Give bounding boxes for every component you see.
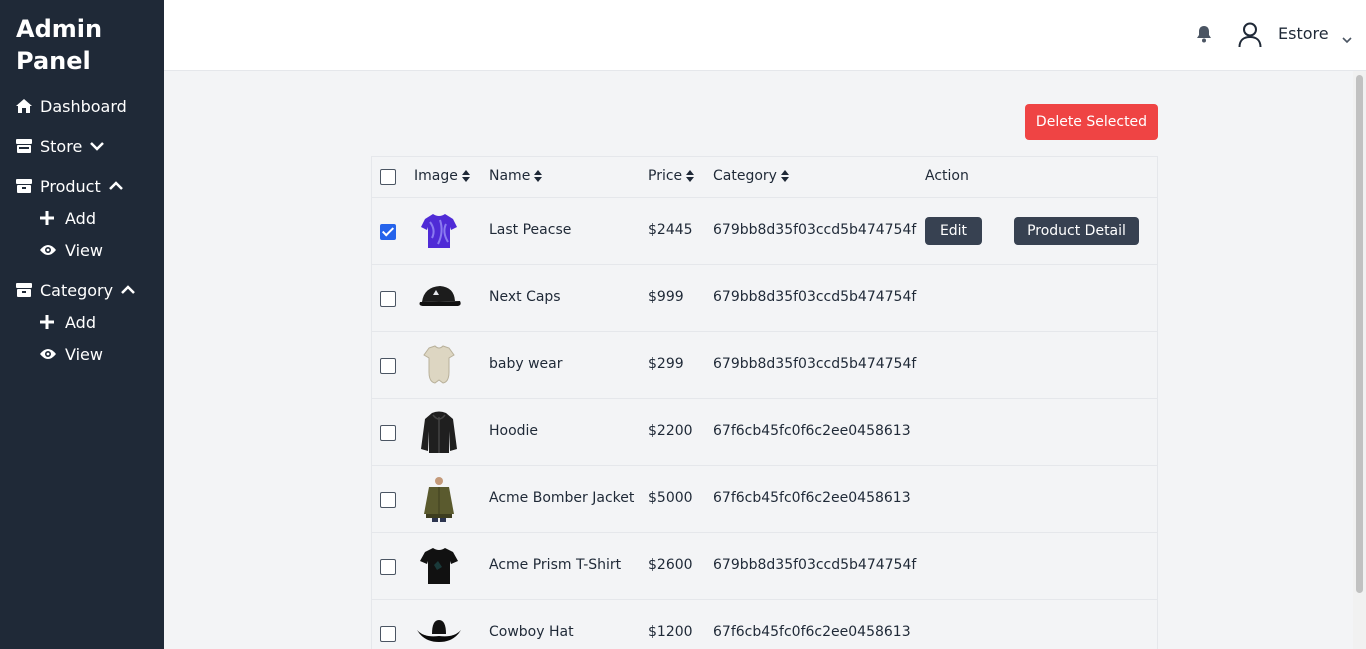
sidebar-subitem-product-view[interactable]: View [40,238,103,262]
chevron-down-icon [90,141,105,151]
sidebar: Admin Panel Dashboard Store Product Add [0,0,164,649]
row-checkbox[interactable] [380,425,396,441]
column-header-label: Name [489,168,531,184]
sidebar-subitem-label: Add [65,312,96,332]
row-checkbox[interactable] [380,492,396,508]
sidebar-subitem-product-add[interactable]: Add [40,206,96,230]
product-category: 679bb8d35f03ccd5b474754f [713,356,917,372]
product-category: 67f6cb45fc0f6c2ee0458613 [713,423,911,439]
column-header-category[interactable]: Category [713,168,789,184]
product-price: $299 [648,356,684,372]
product-price: $1200 [648,624,693,640]
sidebar-item-store[interactable]: Store [16,134,105,158]
plus-icon [40,315,65,329]
product-thumbnail [416,342,462,388]
product-name: Last Peacse [489,222,572,238]
row-checkbox[interactable] [380,626,396,642]
table-row: Acme Prism T-Shirt $2600 679bb8d35f03ccd… [372,533,1157,600]
table-row: Next Caps $999 679bb8d35f03ccd5b474754f [372,265,1157,332]
sidebar-subitem-label: Add [65,208,96,228]
sort-icon [461,170,470,182]
sidebar-item-label: Product [40,176,101,196]
plus-icon [40,211,65,225]
column-header-image[interactable]: Image [414,168,470,184]
product-thumbnail [416,409,462,455]
column-header-name[interactable]: Name [489,168,543,184]
sidebar-subitem-label: View [65,240,103,260]
product-price: $2200 [648,423,693,439]
table-row: Hoodie $2200 67f6cb45fc0f6c2ee0458613 [372,399,1157,466]
sidebar-item-dashboard[interactable]: Dashboard [16,94,127,118]
product-thumbnail [416,275,462,321]
box-icon [16,283,40,297]
product-category: 679bb8d35f03ccd5b474754f [713,557,917,573]
product-detail-button[interactable]: Product Detail [1014,217,1139,245]
product-category: 67f6cb45fc0f6c2ee0458613 [713,490,911,506]
product-category: 679bb8d35f03ccd5b474754f [713,289,917,305]
row-checkbox[interactable] [380,224,396,240]
column-header-label: Price [648,168,683,184]
select-all-checkbox[interactable] [380,169,396,185]
row-checkbox[interactable] [380,291,396,307]
column-header-label: Image [414,168,458,184]
sidebar-item-product[interactable]: Product [16,174,123,198]
table-row: Acme Bomber Jacket $5000 67f6cb45fc0f6c2… [372,466,1157,533]
product-name: Next Caps [489,289,561,305]
scrollbar-thumb[interactable] [1356,75,1363,593]
table-row: Last Peacse $2445 679bb8d35f03ccd5b47475… [372,198,1157,265]
column-header-price[interactable]: Price [648,168,695,184]
page-scrollbar[interactable] [1353,71,1366,649]
product-name: Cowboy Hat [489,624,574,640]
chevron-up-icon [121,285,135,295]
product-thumbnail [416,610,462,649]
product-price: $2445 [648,222,693,238]
eye-icon [40,244,65,256]
product-thumbnail [416,476,462,522]
product-thumbnail [416,543,462,589]
store-icon [16,139,40,153]
product-category: 679bb8d35f03ccd5b474754f [713,222,917,238]
product-name: Acme Prism T-Shirt [489,557,622,573]
sidebar-item-label: Category [40,280,114,300]
user-menu-name[interactable]: Estore [1278,24,1329,43]
sidebar-subitem-label: View [65,344,103,364]
column-header-label: Category [713,168,777,184]
bell-icon[interactable] [1196,25,1212,47]
sort-icon [686,170,695,182]
table-header: Image Name Price Category Action [372,157,1157,198]
table-row: baby wear $299 679bb8d35f03ccd5b474754f [372,332,1157,399]
delete-selected-button[interactable]: Delete Selected [1025,104,1158,140]
product-category: 67f6cb45fc0f6c2ee0458613 [713,624,911,640]
sort-icon [534,170,543,182]
sort-icon [780,170,789,182]
chevron-up-icon [108,181,123,191]
sidebar-subitem-category-view[interactable]: View [40,342,103,366]
products-table: Image Name Price Category Action Last Pe… [371,156,1158,649]
user-icon[interactable] [1238,22,1262,52]
product-name: baby wear [489,356,563,372]
column-header-action: Action [925,168,969,184]
row-checkbox[interactable] [380,559,396,575]
sidebar-subitem-category-add[interactable]: Add [40,310,96,334]
home-icon [16,99,40,113]
eye-icon [40,348,65,360]
product-price: $5000 [648,490,693,506]
product-name: Hoodie [489,423,539,439]
product-thumbnail [416,208,462,254]
sidebar-item-category[interactable]: Category [16,278,135,302]
product-price: $999 [648,289,684,305]
edit-button[interactable]: Edit [925,217,982,245]
sidebar-item-label: Dashboard [40,96,127,116]
table-row: Cowboy Hat $1200 67f6cb45fc0f6c2ee045861… [372,600,1157,649]
brand-title: Admin Panel [16,15,103,75]
sidebar-item-label: Store [40,136,83,156]
row-checkbox[interactable] [380,358,396,374]
product-price: $2600 [648,557,693,573]
chevron-down-icon[interactable] [1342,29,1352,48]
box-icon [16,179,40,193]
product-name: Acme Bomber Jacket [489,490,635,506]
top-header: Estore [164,0,1366,71]
